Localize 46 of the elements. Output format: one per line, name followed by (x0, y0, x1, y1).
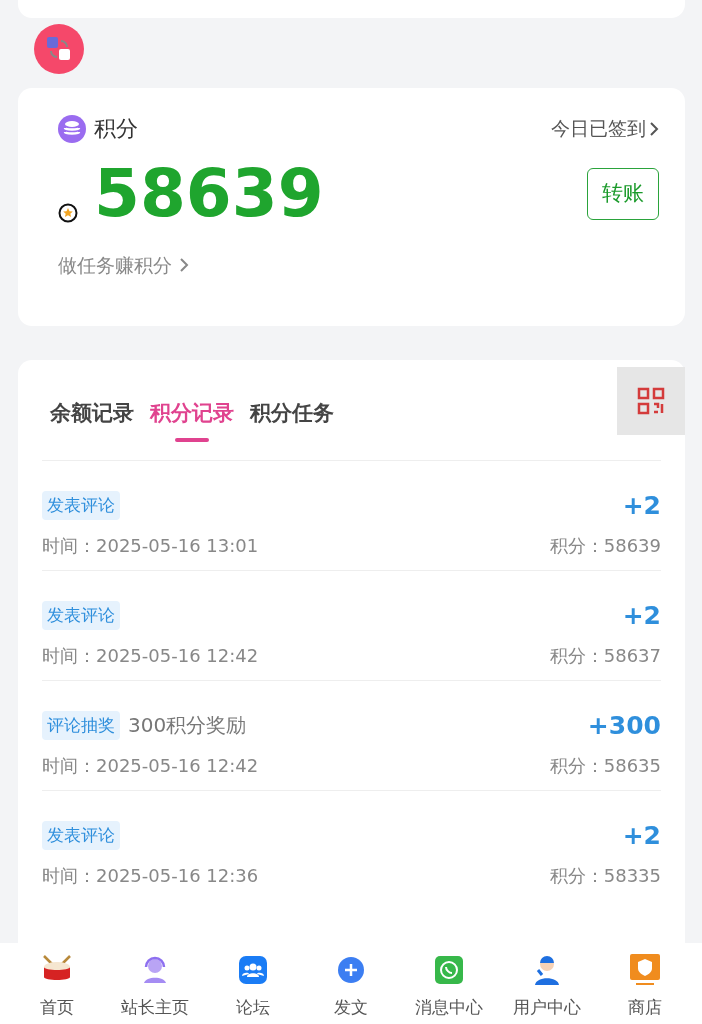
chevron-icon (180, 258, 189, 273)
record-tag: 发表评论 (42, 490, 120, 520)
support-agent-icon (533, 954, 561, 986)
group-icon (239, 956, 267, 984)
points-total: 积分：58635 (549, 754, 661, 778)
translate-icon (46, 36, 72, 62)
record-tag: 发表评论 (42, 820, 120, 850)
points-change: +2 (622, 489, 661, 522)
points-total: 积分：58637 (549, 644, 661, 668)
nav-item[interactable]: 用户中心 (498, 953, 596, 1024)
transfer-button[interactable]: 转账 (587, 168, 659, 220)
nav-item[interactable]: 消息中心 (400, 953, 498, 1024)
nav-item[interactable]: 商店 (596, 953, 694, 1024)
points-change: +300 (587, 709, 661, 742)
card-title: 积分 (94, 115, 138, 143)
points-change: +2 (622, 819, 661, 852)
nav-item[interactable]: 发文 (302, 953, 400, 1024)
checkin-link[interactable]: 今日已签到 (551, 114, 659, 143)
record-time: 时间：2025-05-16 12:42 (42, 754, 259, 778)
nav-item[interactable]: 论坛 (204, 953, 302, 1024)
chat-bubble-icon (435, 956, 463, 984)
points-total: 积分：58639 (549, 534, 661, 558)
star-coin-icon (58, 203, 78, 223)
coins-icon (58, 114, 86, 143)
chevron-icon (650, 121, 659, 136)
qr-code-icon (637, 387, 665, 415)
record-time: 时间：2025-05-16 12:36 (42, 864, 259, 888)
points-change: +2 (622, 599, 661, 632)
qr-code-button[interactable] (617, 367, 685, 435)
points-total: 积分：58335 (549, 864, 661, 888)
nav-item[interactable]: 站长主页 (106, 953, 204, 1024)
points-balance: 58639 (94, 161, 324, 227)
record-time: 时间：2025-05-16 12:42 (42, 644, 259, 668)
record-time: 时间：2025-05-16 13:01 (42, 534, 259, 558)
record-tag: 评论抽奖 (42, 710, 120, 740)
tab[interactable]: 积分记录 (150, 398, 234, 442)
plus-circle-icon (337, 956, 365, 984)
tab[interactable]: 积分任务 (250, 398, 334, 442)
record-tag: 发表评论 (42, 600, 120, 630)
record-note: 300积分奖励 (128, 712, 247, 740)
headset-person-icon (141, 955, 169, 985)
translate-button[interactable] (34, 24, 84, 74)
tab[interactable]: 余额记录 (50, 398, 134, 442)
shop-icon (630, 954, 660, 986)
nav-item[interactable]: 首页 (8, 953, 106, 1024)
task-link[interactable]: 做任务赚积分 (58, 251, 189, 280)
